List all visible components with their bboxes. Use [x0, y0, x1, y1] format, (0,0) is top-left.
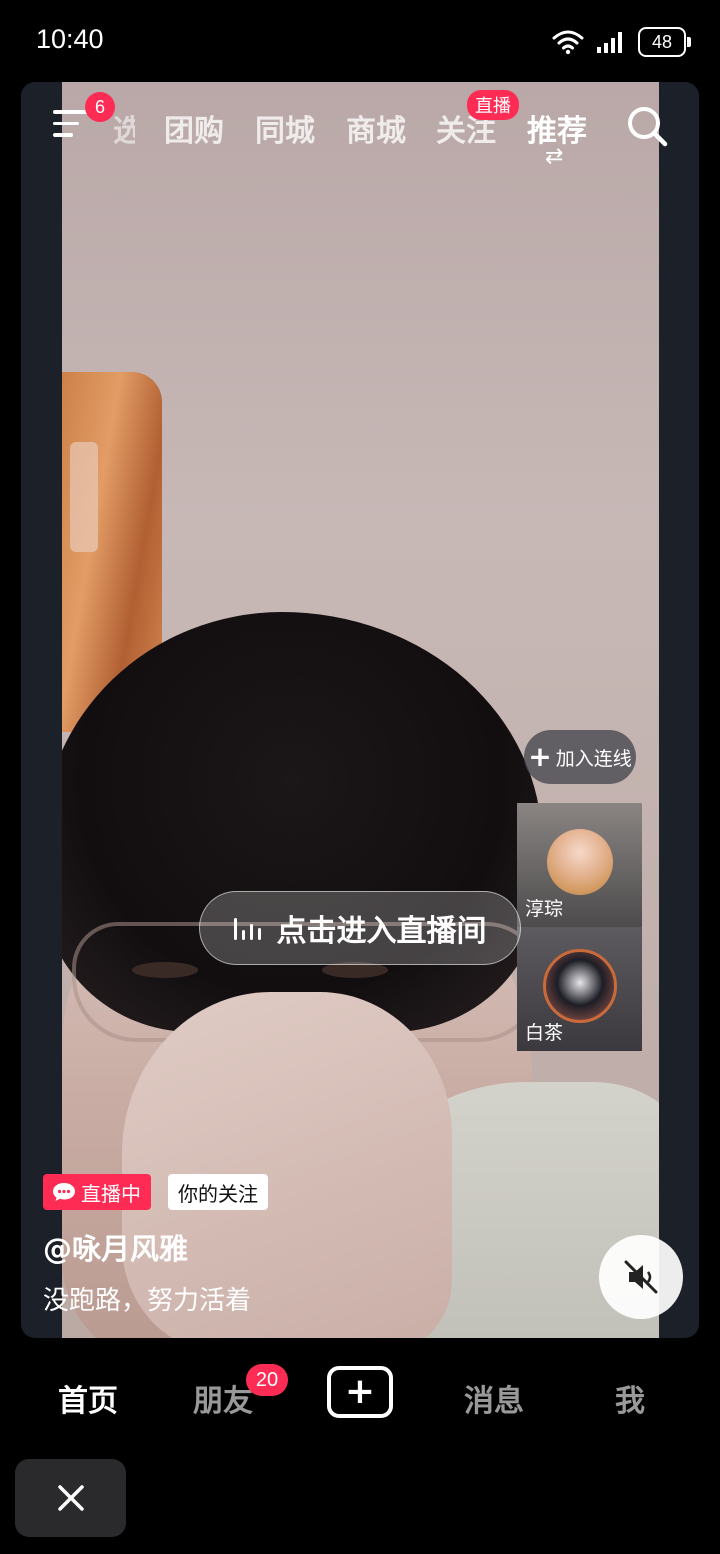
- close-button[interactable]: [15, 1459, 126, 1537]
- live-badge: 直播: [467, 90, 519, 120]
- guest-name: 淳琮: [525, 898, 564, 920]
- switch-icon[interactable]: ⇄: [545, 144, 563, 169]
- guest-avatar: [547, 829, 613, 895]
- tab-mall[interactable]: 商城: [346, 106, 406, 150]
- tab-partial[interactable]: 选: [113, 106, 135, 150]
- tab-home[interactable]: 首页: [58, 1376, 118, 1420]
- bottom-tab-bar: 首页 朋友 20 + 消息 我: [0, 1348, 720, 1444]
- live-video-frame[interactable]: [62, 82, 659, 1338]
- menu-button[interactable]: [53, 110, 89, 140]
- join-line-label: 加入连线: [555, 747, 632, 770]
- status-icons: 48: [552, 24, 691, 60]
- tab-group-buy[interactable]: 团购: [164, 106, 224, 150]
- tab-messages[interactable]: 消息: [464, 1376, 524, 1420]
- close-icon: [57, 1485, 84, 1511]
- video-caption: 没跑路，努力活着: [43, 1286, 252, 1316]
- tab-friends[interactable]: 朋友: [193, 1376, 253, 1420]
- guest-panel[interactable]: 淳琮: [517, 803, 642, 927]
- enter-live-room-button[interactable]: 点击进入直播间: [199, 891, 521, 965]
- streamer-username[interactable]: @咏月风雅: [43, 1226, 188, 1268]
- guest-panel[interactable]: 白茶: [517, 927, 642, 1051]
- mute-button[interactable]: [599, 1235, 683, 1319]
- live-video-card[interactable]: [21, 82, 699, 1338]
- audio-bars-icon: [233, 916, 261, 940]
- signal-icon: [597, 32, 622, 53]
- plus-icon: +: [528, 740, 552, 773]
- menu-badge: 6: [85, 92, 115, 122]
- join-line-button[interactable]: + 加入连线: [524, 730, 636, 784]
- top-nav: 6 选 团购 同城 商城 关注 直播 推荐 ⇄: [21, 82, 699, 172]
- friends-badge: 20: [246, 1364, 288, 1396]
- following-tag: 你的关注: [168, 1174, 268, 1210]
- wifi-icon: [552, 30, 584, 55]
- battery-icon: 48: [638, 27, 691, 57]
- tab-local[interactable]: 同城: [255, 106, 315, 150]
- create-button[interactable]: +: [327, 1366, 393, 1418]
- plus-icon: +: [344, 1371, 376, 1412]
- live-status-tag: 直播中: [43, 1174, 151, 1210]
- status-time: 10:40: [36, 24, 104, 54]
- guest-avatar: [543, 949, 617, 1023]
- speaker-muted-icon: [624, 1260, 658, 1294]
- guest-name: 白茶: [525, 1022, 564, 1044]
- curtain-hook: [70, 442, 98, 552]
- search-icon[interactable]: [625, 104, 669, 148]
- enter-live-label: 点击进入直播间: [276, 914, 487, 949]
- live-status-label: 直播中: [81, 1181, 141, 1206]
- live-chat-icon: [53, 1183, 75, 1201]
- status-bar: 10:40 48: [0, 0, 720, 76]
- tab-me[interactable]: 我: [615, 1376, 645, 1420]
